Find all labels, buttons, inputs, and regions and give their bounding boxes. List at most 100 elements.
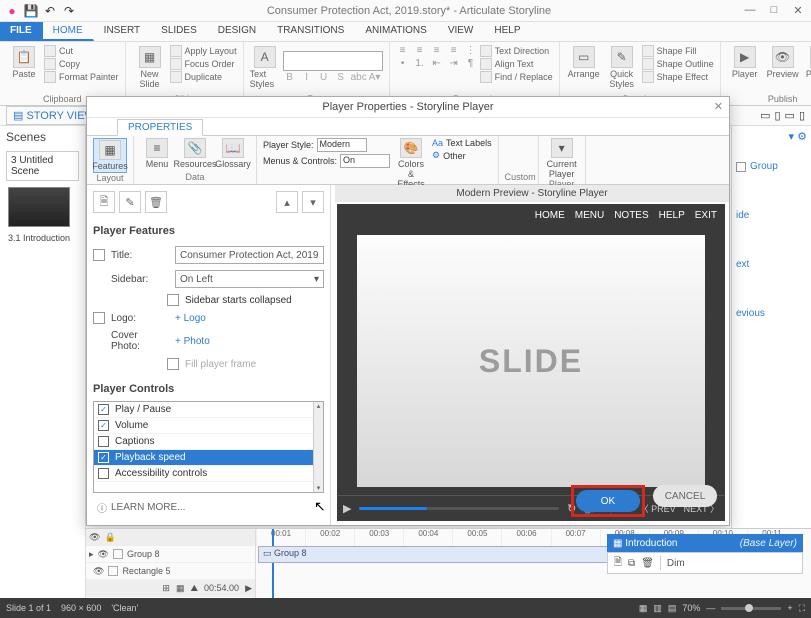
player-notes[interactable]: NOTES xyxy=(614,210,648,221)
player-control-item[interactable]: Playback speed xyxy=(94,450,323,466)
other-button[interactable]: ⚙Other xyxy=(432,150,492,161)
properties-tab[interactable]: PROPERTIES xyxy=(117,119,203,136)
tab-help[interactable]: HELP xyxy=(484,22,531,41)
player-style-select[interactable]: Modern xyxy=(317,138,367,152)
font-selector[interactable] xyxy=(283,51,383,71)
move-down-icon[interactable]: ▾ xyxy=(302,191,324,213)
layer-add-icon[interactable]: 🗎 xyxy=(614,555,622,572)
group-checkbox-label[interactable]: Group xyxy=(750,161,778,172)
progress-bar[interactable] xyxy=(359,507,559,510)
layer-del-icon[interactable]: 🗑 xyxy=(641,558,654,569)
collapse-checkbox[interactable] xyxy=(167,294,179,306)
timeline-row[interactable]: ▸👁Group 8 xyxy=(86,546,255,563)
checkbox[interactable] xyxy=(98,452,109,463)
glossary-button[interactable]: 📖Glossary xyxy=(216,138,250,169)
tab-view[interactable]: VIEW xyxy=(438,22,485,41)
fill-frame-checkbox[interactable] xyxy=(167,358,179,370)
sidebar-select[interactable]: On Left▾ xyxy=(175,270,324,288)
move-up-icon[interactable]: ▴ xyxy=(276,191,298,213)
layer-header[interactable]: ▦ Introduction (Base Layer) xyxy=(607,534,803,552)
menu-button[interactable]: ≡Menu xyxy=(140,138,174,169)
ok-button[interactable]: OK xyxy=(576,490,640,512)
checkbox[interactable] xyxy=(98,436,109,447)
checkbox[interactable] xyxy=(98,420,109,431)
text-labels-button[interactable]: AaText Labels xyxy=(432,138,492,148)
duplicate-button[interactable]: Duplicate xyxy=(170,71,237,83)
tab-animations[interactable]: ANIMATIONS xyxy=(355,22,437,41)
tab-slides[interactable]: SLIDES xyxy=(151,22,208,41)
link-partial-ext[interactable]: ext xyxy=(736,255,807,274)
device-tablet-icon[interactable]: ▯ xyxy=(774,109,780,122)
shape-effect-button[interactable]: Shape Effect xyxy=(642,71,714,83)
lock-icon[interactable]: 🔒 xyxy=(104,532,115,543)
tab-file[interactable]: FILE xyxy=(0,22,43,41)
zoom-in-icon[interactable]: + xyxy=(787,603,792,613)
shape-outline-button[interactable]: Shape Outline xyxy=(642,58,714,70)
preview-button[interactable]: 👁Preview xyxy=(765,44,801,79)
paste-button[interactable]: 📋Paste xyxy=(6,44,42,79)
cancel-button[interactable]: CANCEL xyxy=(653,485,717,507)
player-help[interactable]: HELP xyxy=(659,210,685,221)
current-player-button[interactable]: ▾Current Player xyxy=(545,138,579,179)
features-button[interactable]: ▦Features xyxy=(93,138,127,173)
undo-icon[interactable]: ↶ xyxy=(42,3,58,19)
timeline-row[interactable]: 👁Rectangle 5 xyxy=(86,563,255,580)
paragraph-list-strip[interactable]: •1.⇤⇥¶ xyxy=(396,58,478,69)
cut-button[interactable]: Cut xyxy=(44,45,119,57)
title-checkbox[interactable] xyxy=(93,249,105,261)
quick-styles-button[interactable]: ✎Quick Styles xyxy=(604,44,640,89)
player-control-item[interactable]: Volume xyxy=(94,418,323,434)
playhead[interactable] xyxy=(272,529,274,598)
eye-icon[interactable]: 👁 xyxy=(89,532,100,543)
device-desktop-icon[interactable]: ▭ xyxy=(760,109,770,122)
shape-fill-button[interactable]: Shape Fill xyxy=(642,45,714,57)
find-replace-button[interactable]: Find / Replace xyxy=(480,71,553,83)
text-styles-button[interactable]: AText Styles xyxy=(250,44,280,89)
dialog-close-button[interactable]: ✕ xyxy=(714,100,723,113)
checkbox[interactable] xyxy=(98,404,109,415)
copy-button[interactable]: Copy xyxy=(44,58,119,70)
logo-checkbox[interactable] xyxy=(93,312,105,324)
align-text-button[interactable]: Align Text xyxy=(480,58,553,70)
status-view-icon[interactable]: ▦ xyxy=(639,603,648,614)
timeline-tool-icon[interactable]: ⛰ xyxy=(190,583,198,594)
new-icon[interactable]: 🗎 xyxy=(93,191,115,213)
save-icon[interactable]: 💾 xyxy=(23,3,39,19)
learn-more-link[interactable]: ⓘLEARN MORE... xyxy=(97,500,185,515)
text-direction-button[interactable]: Text Direction xyxy=(480,45,553,57)
player-button[interactable]: ▶Player xyxy=(727,44,763,79)
player-exit[interactable]: EXIT xyxy=(695,210,717,221)
status-view-icon[interactable]: ▤ xyxy=(668,603,677,614)
resources-button[interactable]: 📎Resources xyxy=(178,138,212,169)
redo-icon[interactable]: ↷ xyxy=(61,3,77,19)
status-view-icon[interactable]: ▥ xyxy=(653,603,662,614)
player-home[interactable]: HOME xyxy=(535,210,565,221)
new-slide-button[interactable]: ▦New Slide xyxy=(132,44,168,89)
zoom-slider[interactable] xyxy=(721,607,781,610)
device-phone-l-icon[interactable]: ▭ xyxy=(785,109,795,122)
menus-controls-select[interactable]: On xyxy=(340,154,390,168)
play-icon[interactable]: ▶ xyxy=(343,502,351,515)
tab-transitions[interactable]: TRANSITIONS xyxy=(267,22,355,41)
minimize-button[interactable]: — xyxy=(741,4,759,17)
font-format-strip[interactable]: BIUSabcA▾ xyxy=(283,72,383,83)
focus-order-button[interactable]: Focus Order xyxy=(170,58,237,70)
paragraph-align-strip[interactable]: ≡≡≡≡⋮ xyxy=(396,45,478,56)
delete-icon[interactable]: 🗑 xyxy=(145,191,167,213)
link-partial-evious[interactable]: evious xyxy=(736,304,807,323)
maximize-button[interactable]: □ xyxy=(765,4,783,17)
tab-design[interactable]: DESIGN xyxy=(208,22,267,41)
player-control-item[interactable]: Play / Pause xyxy=(94,402,323,418)
add-logo-link[interactable]: + Logo xyxy=(175,313,206,324)
fit-icon[interactable]: ⛶ xyxy=(799,603,805,614)
close-button[interactable]: ✕ xyxy=(789,4,807,17)
checkbox[interactable] xyxy=(98,468,109,479)
format-painter-button[interactable]: Format Painter xyxy=(44,71,119,83)
player-menu[interactable]: MENU xyxy=(575,210,604,221)
zoom-out-icon[interactable]: — xyxy=(706,603,715,613)
device-phone-p-icon[interactable]: ▯ xyxy=(799,109,805,122)
player-control-item[interactable]: Captions xyxy=(94,434,323,450)
player-control-item[interactable]: Accessibility controls xyxy=(94,466,323,482)
timeline-play-icon[interactable]: ▶ xyxy=(245,583,252,594)
tab-home[interactable]: HOME xyxy=(43,22,94,41)
